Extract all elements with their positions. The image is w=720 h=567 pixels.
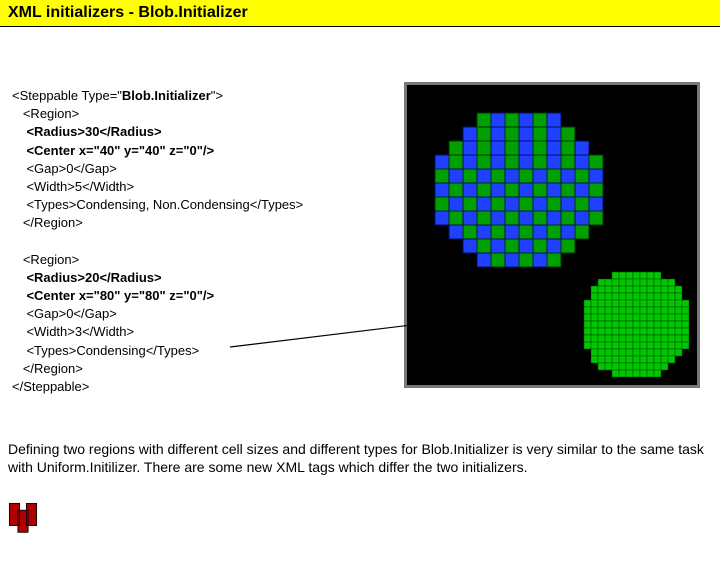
xml-center-line2: <Center x="80" y="80" z="0"/>: [12, 288, 214, 303]
footer-description: Defining two regions with different cell…: [8, 440, 708, 476]
xml-line: </Region>: [12, 215, 83, 230]
simulation-visualization: [404, 82, 700, 388]
xml-line: <Width>5</Width>: [12, 179, 134, 194]
xml-radius-close2: </Radius>: [99, 270, 161, 285]
xml-line: <Steppable Type=": [12, 88, 122, 103]
xml-line: </Region>: [12, 361, 83, 376]
xml-line: <Region>: [12, 252, 79, 267]
slide-content: <Steppable Type="Blob.Initializer"> <Reg…: [0, 27, 720, 65]
xml-line: ">: [211, 88, 223, 103]
slide-title: XML initializers - Blob.Initializer: [0, 0, 720, 27]
xml-code-block: <Steppable Type="Blob.Initializer"> <Reg…: [12, 87, 303, 396]
xml-line: <Width>3</Width>: [12, 324, 134, 339]
xml-radius-close: </Radius>: [99, 124, 161, 139]
small-blob: [584, 272, 689, 377]
xml-center-line: <Center x="40" y="40" z="0"/>: [12, 143, 214, 158]
xml-line: <Gap>0</Gap>: [12, 306, 117, 321]
blob-svg: [407, 85, 697, 385]
xml-radius-open2: <Radius>: [12, 270, 85, 285]
university-logo: [6, 500, 40, 534]
xml-radius-val2: 20: [85, 270, 99, 285]
xml-line: <Types>Condensing, Non.Condensing</Types…: [12, 197, 303, 212]
xml-type-value: Blob.Initializer: [122, 88, 211, 103]
xml-radius-open: <Radius>: [12, 124, 85, 139]
xml-line: <Gap>0</Gap>: [12, 161, 117, 176]
xml-radius-val: 30: [85, 124, 99, 139]
xml-line: <Region>: [12, 106, 79, 121]
xml-line: <Types>Condensing</Types>: [12, 343, 199, 358]
xml-line: </Steppable>: [12, 379, 89, 394]
